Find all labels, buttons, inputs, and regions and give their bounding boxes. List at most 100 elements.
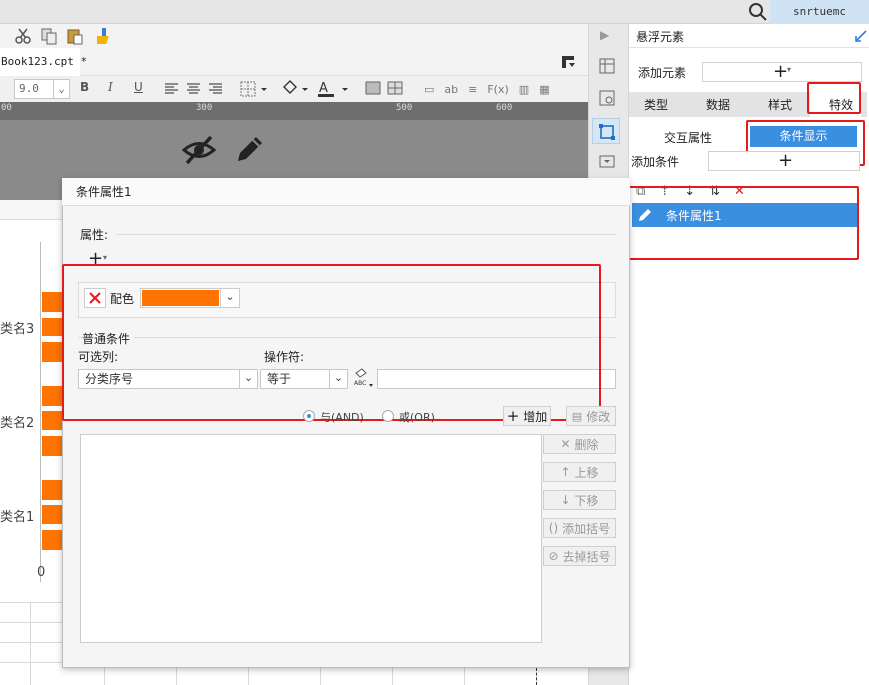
grid-line: [104, 668, 105, 685]
category-label: 类名1: [0, 510, 35, 525]
highlight-box: [807, 82, 861, 114]
delete-button[interactable]: ✕ 删除: [543, 434, 616, 454]
ruler-tick: 500: [396, 103, 413, 113]
add-element-label: 添加元素: [638, 66, 687, 80]
arrow-down-icon: ↓: [560, 493, 571, 507]
grid-line: [320, 668, 321, 685]
attribute-label: 属性:: [80, 228, 109, 242]
move-up-button[interactable]: ↑ 上移: [543, 462, 616, 482]
chart-axis: [40, 242, 41, 582]
ruler: 00 300 500 600: [0, 102, 588, 120]
modify-button-label: 修改: [586, 409, 611, 424]
add-condition-button[interactable]: +: [708, 150, 860, 171]
align-icons[interactable]: [164, 81, 234, 97]
collapse-arrow-icon[interactable]: ▶: [600, 28, 609, 42]
chart-icon[interactable]: ▥: [519, 83, 529, 96]
add-bracket-label: 添加括号: [562, 521, 611, 536]
and-radio[interactable]: [303, 410, 315, 422]
grid-line: [176, 668, 177, 685]
paste-icon[interactable]: [66, 27, 84, 45]
add-button-label: 增加: [523, 409, 548, 424]
panel-title: 悬浮元素: [636, 30, 685, 44]
ruler-tick: 300: [196, 103, 213, 113]
top-bar: [0, 0, 869, 24]
or-label: 或(OR): [399, 411, 435, 424]
move-down-label: 下移: [574, 493, 599, 508]
widget-setting-icon[interactable]: [598, 89, 616, 107]
sheet-header: [0, 200, 62, 220]
fill-color-icon[interactable]: [280, 79, 310, 99]
plus-icon: +: [773, 61, 789, 82]
misc-format-icons[interactable]: ▭ ab ≡ F(x) ▥ ▦: [424, 80, 574, 98]
grid-line: [464, 668, 465, 685]
remove-bracket-label: 去掉括号: [562, 549, 611, 564]
add-element-button[interactable]: + ▾: [702, 61, 862, 82]
format-painter-icon[interactable]: [94, 27, 112, 45]
font-size-value: 9.0: [19, 82, 39, 95]
radio-dot: [307, 414, 311, 418]
bracket-icon: (): [548, 521, 559, 535]
arrow-up-icon: ↑: [560, 465, 571, 479]
italic-icon[interactable]: I: [108, 80, 113, 94]
subtab-interaction[interactable]: 交互属性: [664, 129, 712, 146]
bold-icon[interactable]: B: [80, 80, 89, 94]
cut-icon[interactable]: [14, 27, 32, 45]
remove-bracket-icon: ⊘: [548, 549, 559, 563]
move-down-button[interactable]: ↓ 下移: [543, 490, 616, 510]
float-element-tab[interactable]: [592, 118, 620, 144]
merge-cells-icon[interactable]: [364, 80, 404, 98]
copy-icon[interactable]: [40, 27, 58, 45]
plus-icon: +: [506, 407, 520, 425]
tab-data[interactable]: 数据: [706, 96, 730, 113]
axis-zero-label: 0: [37, 565, 46, 580]
page-break-line: [536, 668, 537, 685]
chart-bar: [42, 318, 62, 336]
underline-icon[interactable]: U: [134, 80, 143, 94]
chart-bar: [42, 292, 62, 312]
category-label: 类名2: [0, 416, 35, 431]
chevron-down-icon: ▾: [103, 253, 108, 262]
category-label: 类名3: [0, 322, 35, 337]
tab-menu-icon[interactable]: [560, 54, 576, 70]
text-ab-icon[interactable]: ab: [444, 83, 458, 96]
cell-property-icon[interactable]: [598, 57, 616, 75]
divider: [629, 47, 869, 48]
tab-style[interactable]: 样式: [768, 96, 792, 113]
font-color-icon[interactable]: A: [316, 79, 350, 99]
and-label: 与(AND): [320, 411, 364, 424]
plus-icon: +: [778, 150, 794, 171]
file-tab[interactable]: Book123.cpt *: [0, 48, 87, 76]
wrap-icon[interactable]: ▭: [424, 83, 434, 96]
font-size-select[interactable]: 9.0 ⌄: [14, 79, 70, 99]
highlight-box: [623, 186, 859, 260]
edit-pencil-icon[interactable]: [234, 133, 266, 165]
tab-type[interactable]: 类型: [644, 96, 668, 113]
condition-list[interactable]: [80, 434, 542, 643]
user-tab[interactable]: snrtuemc: [770, 0, 869, 24]
expand-icon[interactable]: [854, 29, 868, 43]
grid-line: [248, 668, 249, 685]
or-radio[interactable]: [382, 410, 394, 422]
modify-button[interactable]: ▤ 修改: [566, 406, 616, 426]
border-icon[interactable]: [240, 80, 270, 98]
file-tab-row: [0, 48, 588, 76]
add-bracket-button[interactable]: () 添加括号: [543, 518, 616, 538]
add-button[interactable]: + 增加: [503, 406, 551, 426]
image-icon[interactable]: ▦: [539, 83, 549, 96]
float-element-icon: [599, 124, 615, 140]
search-icon[interactable]: [748, 2, 768, 22]
grid-line: [30, 602, 31, 685]
delete-button-label: 删除: [574, 437, 599, 452]
chart-bar: [42, 411, 62, 430]
move-up-label: 上移: [574, 465, 599, 480]
chart-bar: [42, 342, 62, 362]
list-icon[interactable]: ≡: [468, 83, 477, 96]
remove-bracket-button[interactable]: ⊘ 去掉括号: [543, 546, 616, 566]
chart-bar: [42, 530, 62, 550]
ruler-tick: 00: [1, 103, 12, 113]
dialog-title: 条件属性1: [62, 178, 630, 206]
chevron-down-icon: ⌄: [53, 80, 69, 98]
template-icon[interactable]: [598, 152, 616, 170]
hide-eye-icon[interactable]: [182, 133, 216, 167]
formula-icon[interactable]: F(x): [487, 83, 508, 96]
